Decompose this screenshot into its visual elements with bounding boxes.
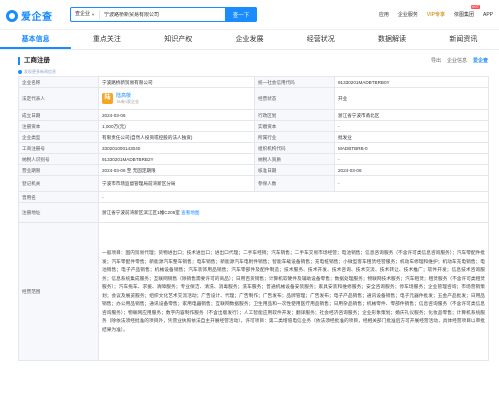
view-map-link[interactable]: 查看地图 bbox=[181, 210, 199, 215]
nav-apps[interactable]: 应用 bbox=[379, 11, 389, 18]
former-name-label: 曾用名 bbox=[18, 191, 99, 203]
credit-code-label: 统一社会信用代码 bbox=[254, 76, 335, 88]
company-name-label: 企业名称 bbox=[18, 76, 99, 88]
legal-rep-cell: 陆 陆高敬 TA有1家企业 bbox=[98, 87, 255, 110]
more-news-label: 发现更多新闻信息 bbox=[24, 69, 56, 74]
reg-authority: 宁波市市场监督管理局前湾新区分局 bbox=[98, 175, 255, 192]
legal-rep-label: 法定代表人 bbox=[18, 87, 99, 110]
address-cell: 浙江省宁波前湾新区滨江区1幢C206室 查看地图 bbox=[98, 202, 489, 223]
company-info-button[interactable]: 企业信息 bbox=[447, 57, 467, 64]
found-date-label: 成立日期 bbox=[18, 109, 99, 121]
hot-badge: HOT bbox=[470, 5, 480, 9]
logo-text: 爱企查 bbox=[21, 12, 53, 23]
scope-label: 经营范围 bbox=[18, 222, 99, 361]
tab-ip[interactable]: 知识产权 bbox=[143, 31, 214, 49]
tab-news[interactable]: 新闻资讯 bbox=[428, 31, 499, 49]
search-scope-select[interactable]: 查企业 ▼ bbox=[71, 10, 100, 19]
approve-date-label: 核准日期 bbox=[254, 164, 335, 176]
approve-date: 2024-03-06 bbox=[334, 164, 489, 176]
paid-capital-label: 实缴资本 bbox=[254, 120, 335, 132]
status-value: 开业 bbox=[334, 87, 489, 110]
company-type-label: 企业类型 bbox=[18, 131, 99, 143]
insured: - bbox=[334, 175, 489, 192]
credit-code: 91330201MADBTBRB0Y bbox=[334, 76, 489, 88]
tab-operations[interactable]: 经营状况 bbox=[285, 31, 356, 49]
search-scope-label: 查企业 bbox=[75, 11, 91, 17]
tab-key-focus[interactable]: 重点关注 bbox=[71, 31, 142, 49]
top-bar: 爱企查 查企业 ▼ 查一下 应用 企业服务 VIP专享 依图集团 HOT APP bbox=[0, 0, 499, 30]
logo-icon bbox=[6, 9, 18, 22]
table-row: 法定代表人 陆 陆高敬 TA有1家企业 经营状态 开业 bbox=[18, 87, 489, 110]
avatar: 陆 bbox=[102, 93, 113, 104]
table-row: 成立日期 2024-03-06 行政区划 浙江省宁波市甬北区 bbox=[18, 109, 489, 121]
registration-table: 企业名称 宁波路桥新贸易有限公司 统一社会信用代码 91330201MADBTB… bbox=[18, 76, 489, 361]
address-label: 注册地址 bbox=[18, 202, 99, 223]
tab-data-insight[interactable]: 数据解读 bbox=[356, 31, 427, 49]
nav-app[interactable]: APP bbox=[483, 12, 493, 18]
table-row: 营业期限 2024-03-06 至 无固定期限 核准日期 2024-03-06 bbox=[18, 164, 489, 176]
org-code-label: 组织机构代码 bbox=[254, 142, 335, 154]
scope-cell: 一般项目：国内贸易代理；货物进出口；技术进出口；进出口代理；二手车经销；汽车销售… bbox=[98, 222, 489, 361]
nav-vip[interactable]: VIP专享 bbox=[427, 11, 445, 18]
chevron-down-icon: ▼ bbox=[91, 12, 95, 17]
table-row: 工商注册号 330201000143040 组织机构代码 MADBTBRB-0 bbox=[18, 142, 489, 154]
tab-development[interactable]: 企业发展 bbox=[214, 31, 285, 49]
taxpayer-id: 91330201MADBTBRB2Y bbox=[98, 153, 255, 165]
legal-rep-sub: TA有1家企业 bbox=[116, 99, 140, 104]
section-tools: 导出 企业信息 爱企查 bbox=[431, 57, 488, 64]
reg-no-label: 工商注册号 bbox=[18, 142, 99, 154]
section-header: 工商注册 导出 企业信息 爱企查 bbox=[18, 56, 488, 68]
search-box: 查企业 ▼ 查一下 bbox=[70, 7, 257, 22]
biz-term: 2024-03-06 至 无固定期限 bbox=[98, 164, 255, 176]
reg-no: 330201000143040 bbox=[98, 142, 255, 154]
table-row: 注册地址 浙江省宁波前湾新区滨江区1幢C206室 查看地图 bbox=[18, 202, 489, 223]
table-row: 纳税人识别号 91330201MADBTBRB2Y 纳税人资质 - bbox=[18, 153, 489, 165]
found-date: 2024-03-06 bbox=[98, 109, 255, 121]
info-dot-icon bbox=[18, 70, 22, 74]
table-row: 企业类型 有限责任公司(自然人投资或控股的法人独资) 所属行业 批发业 bbox=[18, 131, 489, 143]
status-label: 经营状态 bbox=[254, 87, 335, 110]
more-news-link[interactable]: 发现更多新闻信息 bbox=[18, 69, 56, 75]
business-scope: 一般项目：国内贸易代理；货物进出口；技术进出口；进出口代理；二手车经销；汽车销售… bbox=[102, 250, 485, 332]
nav-group-label: 依图集团 bbox=[453, 12, 474, 18]
biz-term-label: 营业期限 bbox=[18, 164, 99, 176]
legal-rep[interactable]: 陆 陆高敬 TA有1家企业 bbox=[102, 93, 251, 104]
former-name: - bbox=[98, 191, 489, 203]
nav-enterprise-service[interactable]: 企业服务 bbox=[398, 11, 418, 18]
aiqicha-badge[interactable]: 爱企查 bbox=[473, 57, 488, 64]
nav-group[interactable]: 依图集团 HOT bbox=[453, 5, 480, 18]
logo[interactable]: 爱企查 bbox=[6, 8, 53, 23]
search-button[interactable]: 查一下 bbox=[225, 7, 257, 22]
table-row: 注册资本 1,000万(元) 实缴资本 - bbox=[18, 120, 489, 132]
insured-label: 参保人数 bbox=[254, 175, 335, 192]
paid-capital: - bbox=[334, 120, 489, 132]
main-tabs: 基本信息 重点关注 知识产权 企业发展 经营状况 数据解读 新闻资讯 bbox=[0, 31, 499, 50]
address: 浙江省宁波前湾新区滨江区1幢C206室 bbox=[102, 210, 180, 215]
authority: 浙江省宁波市甬北区 bbox=[334, 109, 489, 121]
section-title: 工商注册 bbox=[18, 57, 50, 65]
org-code: MADBTBRB-0 bbox=[334, 142, 489, 154]
company-name: 宁波路桥新贸易有限公司 bbox=[98, 76, 255, 88]
reg-capital: 1,000万(元) bbox=[98, 120, 255, 132]
table-row: 登记机关 宁波市市场监督管理局前湾新区分局 参保人数 - bbox=[18, 175, 489, 192]
table-row: 曾用名 - bbox=[18, 191, 489, 203]
tab-basic-info[interactable]: 基本信息 bbox=[0, 31, 72, 49]
industry-label: 所属行业 bbox=[254, 131, 335, 143]
table-row: 经营范围 一般项目：国内贸易代理；货物进出口；技术进出口；进出口代理；二手车经销… bbox=[18, 222, 489, 361]
taxpayer-qual: - bbox=[334, 153, 489, 165]
table-row: 企业名称 宁波路桥新贸易有限公司 统一社会信用代码 91330201MADBTB… bbox=[18, 76, 489, 88]
company-type: 有限责任公司(自然人投资或控股的法人独资) bbox=[98, 131, 255, 143]
industry: 批发业 bbox=[334, 131, 489, 143]
authority-label: 行政区划 bbox=[254, 109, 335, 121]
top-nav: 应用 企业服务 VIP专享 依图集团 HOT APP bbox=[379, 5, 493, 18]
taxpayer-qual-label: 纳税人资质 bbox=[254, 153, 335, 165]
reg-capital-label: 注册资本 bbox=[18, 120, 99, 132]
export-button[interactable]: 导出 bbox=[431, 57, 441, 64]
reg-authority-label: 登记机关 bbox=[18, 175, 99, 192]
taxpayer-id-label: 纳税人识别号 bbox=[18, 153, 99, 165]
